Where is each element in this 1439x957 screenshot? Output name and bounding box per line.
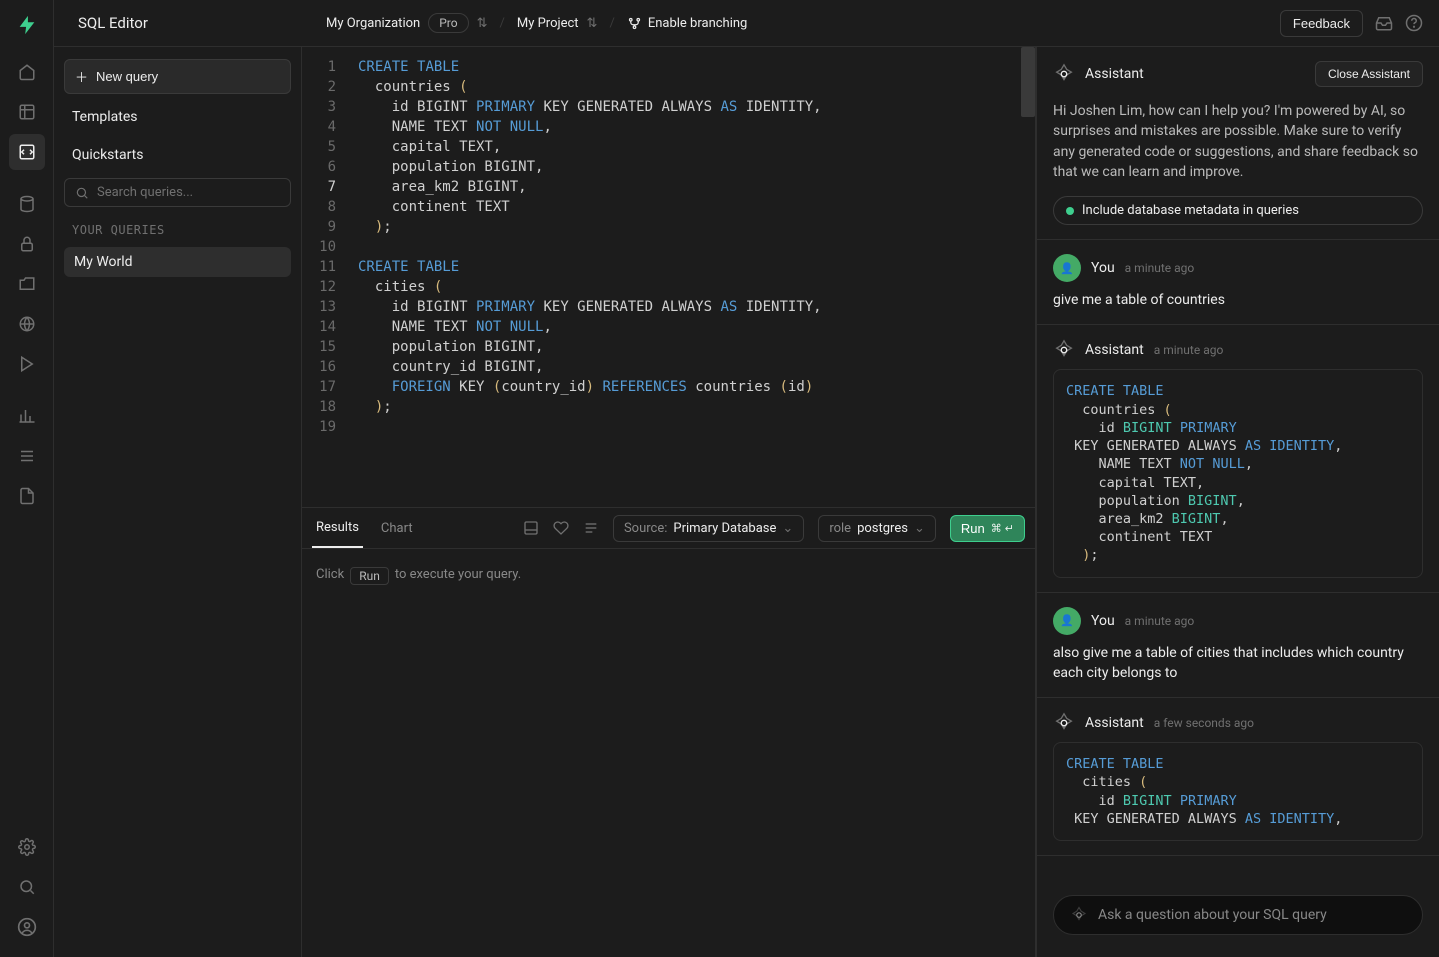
chevron-updown-icon: ⇅ [477, 16, 488, 31]
branch-icon [627, 16, 642, 31]
assistant-title: Assistant [1085, 66, 1144, 82]
reports-icon[interactable] [9, 398, 45, 434]
new-query-button[interactable]: ＋ New query [64, 59, 291, 94]
sidebar-section-label: YOUR QUERIES [64, 215, 291, 239]
logo-icon [16, 14, 38, 36]
assistant-input[interactable]: Ask a question about your SQL query [1053, 895, 1423, 935]
quickstarts-link[interactable]: Quickstarts [64, 140, 291, 170]
status-dot-icon [1066, 207, 1074, 215]
tab-results[interactable]: Results [312, 520, 363, 548]
chevron-down-icon: ⌄ [914, 521, 925, 536]
message: 👤Youa minute agogive me a table of count… [1037, 240, 1439, 324]
avatar: 👤 [1053, 607, 1081, 635]
realtime-icon[interactable] [9, 346, 45, 382]
chevron-updown-icon: ⇅ [587, 16, 598, 31]
chevron-down-icon: ⌄ [782, 521, 793, 536]
query-item[interactable]: My World [64, 247, 291, 277]
page-title: SQL Editor [78, 14, 148, 32]
database-icon[interactable] [9, 186, 45, 222]
wrap-icon[interactable] [583, 520, 599, 536]
scrollbar[interactable] [1021, 47, 1035, 117]
message: 👤Youa minute agoalso give me a table of … [1037, 593, 1439, 698]
results-toolbar: Results Chart Source: Primary Database ⌄… [302, 507, 1036, 549]
run-button[interactable]: Run ⌘ ↵ [950, 515, 1025, 542]
close-assistant-button[interactable]: Close Assistant [1315, 61, 1423, 87]
header: SQL Editor My Organization Pro ⇅ / My Pr… [54, 0, 1439, 47]
search-icon [75, 186, 89, 200]
sidebar: ＋ New query Templates Quickstarts Search… [54, 47, 302, 957]
layout-icon[interactable] [523, 520, 539, 536]
favorite-icon[interactable] [553, 520, 569, 536]
role-select[interactable]: role postgres ⌄ [818, 515, 936, 542]
assistant-icon [1070, 906, 1088, 924]
message: Assistanta few seconds agoCREATE TABLE c… [1037, 698, 1439, 855]
message: Assistanta minute agoCREATE TABLE countr… [1037, 325, 1439, 591]
results-body: Click Run to execute your query. [302, 549, 1036, 957]
assistant-intro: Hi Joshen Lim, how can I help you? I'm p… [1037, 101, 1439, 196]
home-icon[interactable] [9, 54, 45, 90]
assistant-icon [1053, 63, 1075, 85]
search-input[interactable]: Search queries... [64, 178, 291, 207]
edge-icon[interactable] [9, 306, 45, 342]
avatar: 👤 [1053, 254, 1081, 282]
logs-icon[interactable] [9, 438, 45, 474]
search-icon[interactable] [9, 869, 45, 905]
icon-rail [0, 0, 54, 957]
plus-icon: ＋ [75, 67, 88, 86]
branching-button[interactable]: Enable branching [627, 16, 748, 31]
assistant-panel: Assistant Close Assistant Hi Joshen Lim,… [1036, 47, 1439, 957]
assistant-icon [1053, 339, 1075, 361]
code-block: CREATE TABLE cities ( id BIGINT PRIMARY … [1053, 742, 1423, 841]
auth-icon[interactable] [9, 226, 45, 262]
storage-icon[interactable] [9, 266, 45, 302]
feedback-button[interactable]: Feedback [1280, 10, 1363, 37]
api-icon[interactable] [9, 478, 45, 514]
help-icon[interactable] [1405, 14, 1423, 32]
code-block: CREATE TABLE countries ( id BIGINT PRIMA… [1053, 369, 1423, 577]
sql-editor-icon[interactable] [9, 134, 45, 170]
table-icon[interactable] [9, 94, 45, 130]
org-selector[interactable]: My Organization Pro ⇅ [326, 13, 487, 33]
project-selector[interactable]: My Project ⇅ [517, 16, 598, 31]
user-icon[interactable] [9, 909, 45, 945]
templates-link[interactable]: Templates [64, 102, 291, 132]
settings-icon[interactable] [9, 829, 45, 865]
breadcrumb: My Organization Pro ⇅ / My Project ⇅ / E… [302, 13, 747, 33]
source-select[interactable]: Source: Primary Database ⌄ [613, 515, 804, 542]
assistant-icon [1053, 712, 1075, 734]
tab-chart[interactable]: Chart [377, 521, 417, 547]
code-editor[interactable]: 12345678910111213141516171819 CREATE TAB… [302, 47, 1036, 507]
inbox-icon[interactable] [1375, 14, 1393, 32]
include-metadata-toggle[interactable]: Include database metadata in queries [1053, 196, 1423, 225]
